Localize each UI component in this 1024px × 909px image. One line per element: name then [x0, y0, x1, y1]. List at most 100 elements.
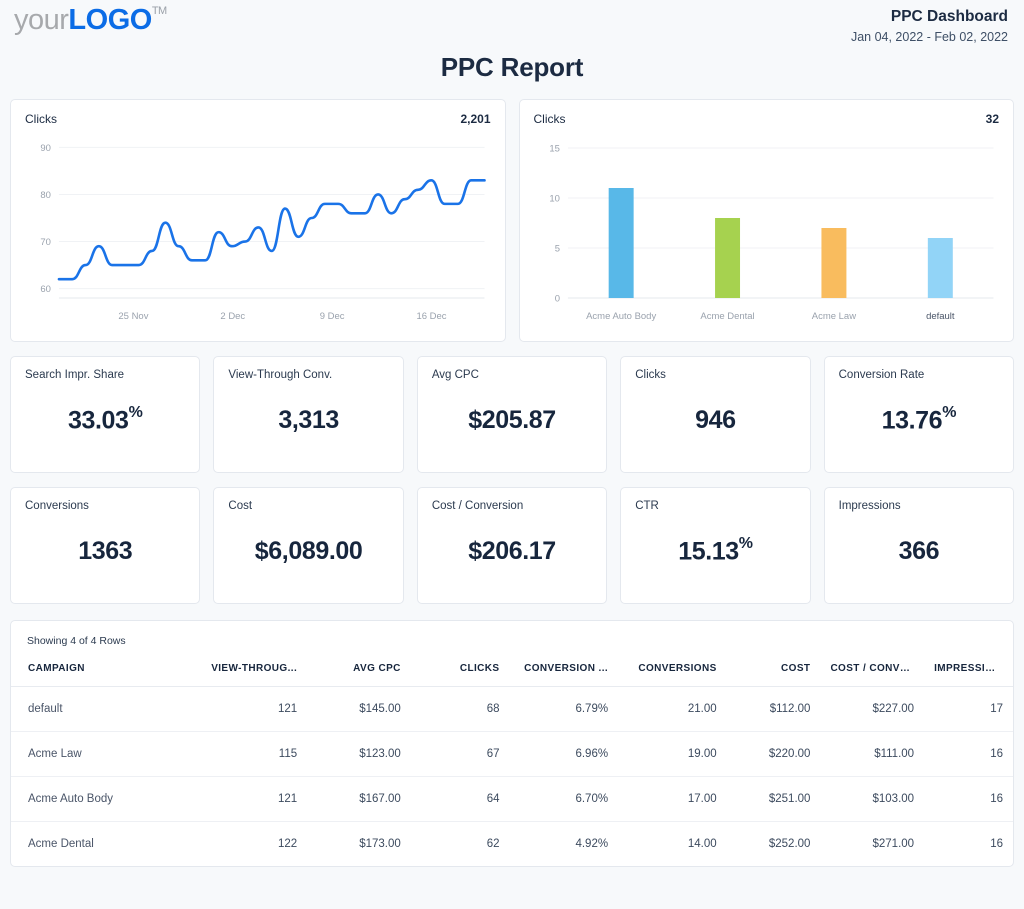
svg-text:2 Dec: 2 Dec [220, 311, 245, 322]
date-range-label: Jan 04, 2022 - Feb 02, 2022 [851, 28, 1008, 46]
kpi-label: Search Impr. Share [25, 369, 185, 381]
svg-text:Acme Law: Acme Law [811, 311, 855, 322]
svg-text:9 Dec: 9 Dec [320, 311, 345, 322]
kpi-value: 33.03% [68, 406, 142, 435]
dashboard-title: PPC Dashboard [851, 7, 1008, 28]
table-column-header[interactable]: COST [727, 657, 821, 687]
kpi-value: $205.87 [468, 406, 556, 435]
kpi-label: Avg CPC [432, 369, 592, 381]
svg-text:default: default [926, 311, 955, 322]
bar-chart-total: 32 [986, 112, 999, 126]
table-cell: $111.00 [820, 732, 924, 777]
table-cell: 19.00 [618, 732, 727, 777]
svg-text:Acme Dental: Acme Dental [700, 311, 754, 322]
line-chart-plot[interactable]: 6070809025 Nov2 Dec9 Dec16 Dec [25, 130, 491, 328]
table-cell: $173.00 [307, 822, 411, 867]
table-row[interactable]: default121$145.00686.79%21.00$112.00$227… [11, 687, 1013, 732]
table-column-header[interactable]: VIEW-THROUG... [199, 657, 308, 687]
kpi-value: $206.17 [468, 537, 556, 566]
kpi-value: 1363 [78, 537, 132, 566]
table-cell: $252.00 [727, 822, 821, 867]
kpi-value-wrapper: $6,089.00 [228, 512, 388, 591]
table-column-header[interactable]: CAMPAIGN [11, 657, 199, 687]
kpi-value-suffix: % [739, 535, 753, 552]
kpi-value-wrapper: 946 [635, 381, 795, 460]
header-right: PPC Dashboard Jan 04, 2022 - Feb 02, 202… [851, 6, 1008, 46]
kpi-card[interactable]: Clicks946 [620, 356, 810, 473]
kpi-row-2: Conversions1363Cost$6,089.00Cost / Conve… [6, 487, 1018, 604]
table-row-count: Showing 4 of 4 Rows [11, 621, 1013, 657]
table-row[interactable]: Acme Dental122$173.00624.92%14.00$252.00… [11, 822, 1013, 867]
table-body: default121$145.00686.79%21.00$112.00$227… [11, 687, 1013, 867]
kpi-card[interactable]: Avg CPC $205.87 [417, 356, 607, 473]
table-cell: 115 [199, 732, 308, 777]
table-cell: 16 [924, 777, 1013, 822]
table-column-header[interactable]: CLICKS [411, 657, 510, 687]
kpi-card[interactable]: Impressions366 [824, 487, 1014, 604]
dashboard-page: yourLOGOTM PPC Dashboard Jan 04, 2022 - … [0, 0, 1024, 909]
table-cell: 16 [924, 822, 1013, 867]
table-cell: 17 [924, 687, 1013, 732]
table-cell: default [11, 687, 199, 732]
kpi-card[interactable]: View-Through Conv. 3,313 [213, 356, 403, 473]
table-cell: $103.00 [820, 777, 924, 822]
svg-text:70: 70 [40, 237, 51, 248]
table-row[interactable]: Acme Law115$123.00676.96%19.00$220.00$11… [11, 732, 1013, 777]
kpi-card[interactable]: Cost$6,089.00 [213, 487, 403, 604]
table-cell: $251.00 [727, 777, 821, 822]
kpi-label: Conversion Rate [839, 369, 999, 381]
kpi-value-wrapper: 1363 [25, 512, 185, 591]
kpi-row-1: Search Impr. Share 33.03% View-Through Con… [6, 356, 1018, 473]
table-header-row: CAMPAIGNVIEW-THROUG...AVG CPCCLICKSCONVE… [11, 657, 1013, 687]
kpi-label: Cost [228, 500, 388, 512]
kpi-card[interactable]: Conversions 1363 [10, 487, 200, 604]
svg-text:5: 5 [554, 243, 559, 254]
table-column-header[interactable]: COST / CONVE... [820, 657, 924, 687]
kpi-label: Conversions [25, 500, 185, 512]
table-column-header[interactable]: CONVERSIONS [618, 657, 727, 687]
svg-text:10: 10 [549, 193, 560, 204]
kpi-value-wrapper: 15.13% [635, 512, 795, 591]
table-cell: $271.00 [820, 822, 924, 867]
campaign-table: CAMPAIGNVIEW-THROUG...AVG CPCCLICKSCONVE… [11, 657, 1013, 866]
kpi-value: 13.76% [882, 406, 956, 435]
table-row[interactable]: Acme Auto Body121$167.00646.70%17.00$251… [11, 777, 1013, 822]
bar-chart-plot[interactable]: 0 5 10 15 Acme Auto Body Acme Dental Acme Law d… [534, 130, 1000, 328]
kpi-card[interactable]: CTR15.13% [620, 487, 810, 604]
kpi-value: 15.13% [678, 537, 752, 566]
svg-text:60: 60 [40, 284, 51, 295]
line-chart-title: Clicks [25, 112, 57, 126]
table-column-header[interactable]: AVG CPC [307, 657, 411, 687]
svg-text:0: 0 [554, 293, 559, 304]
kpi-card[interactable]: Conversion Rate 13.76% [824, 356, 1014, 473]
table-cell: Acme Dental [11, 822, 199, 867]
line-chart-card: Clicks 2,201 6070809025 Nov2 Dec9 Dec16 … [10, 99, 506, 342]
svg-text:Acme Auto Body: Acme Auto Body [586, 311, 656, 322]
table-column-header[interactable]: CONVERSION ... [510, 657, 619, 687]
kpi-card[interactable]: Cost / Conversion$206.17 [417, 487, 607, 604]
svg-text:15: 15 [549, 143, 560, 154]
table-cell: 67 [411, 732, 510, 777]
kpi-value: 3,313 [278, 406, 339, 435]
kpi-value-wrapper: 3,313 [228, 381, 388, 460]
table-cell: 6.96% [510, 732, 619, 777]
table-cell: 6.70% [510, 777, 619, 822]
kpi-label: Clicks [635, 369, 795, 381]
kpi-value-suffix: % [942, 404, 956, 421]
kpi-value-wrapper: $206.17 [432, 512, 592, 591]
kpi-card[interactable]: Search Impr. Share 33.03% [10, 356, 200, 473]
table-column-header[interactable]: IMPRESSIONS [924, 657, 1013, 687]
svg-text:90: 90 [40, 143, 51, 154]
table-cell: 121 [199, 687, 308, 732]
line-chart-total: 2,201 [460, 112, 490, 126]
table-cell: $220.00 [727, 732, 821, 777]
svg-text:16 Dec: 16 Dec [417, 311, 447, 322]
table-cell: 6.79% [510, 687, 619, 732]
logo-text-your: your [14, 4, 68, 36]
kpi-label: View-Through Conv. [228, 369, 388, 381]
table-cell: Acme Auto Body [11, 777, 199, 822]
charts-row: Clicks 2,201 6070809025 Nov2 Dec9 Dec16 … [6, 99, 1018, 342]
logo-trademark-icon: TM [152, 5, 167, 17]
campaign-table-card: Showing 4 of 4 Rows CAMPAIGNVIEW-THROUG.… [10, 620, 1014, 867]
bar-chart-card: Clicks 32 051015Acme Auto BodyAcme Denta… [519, 99, 1015, 342]
